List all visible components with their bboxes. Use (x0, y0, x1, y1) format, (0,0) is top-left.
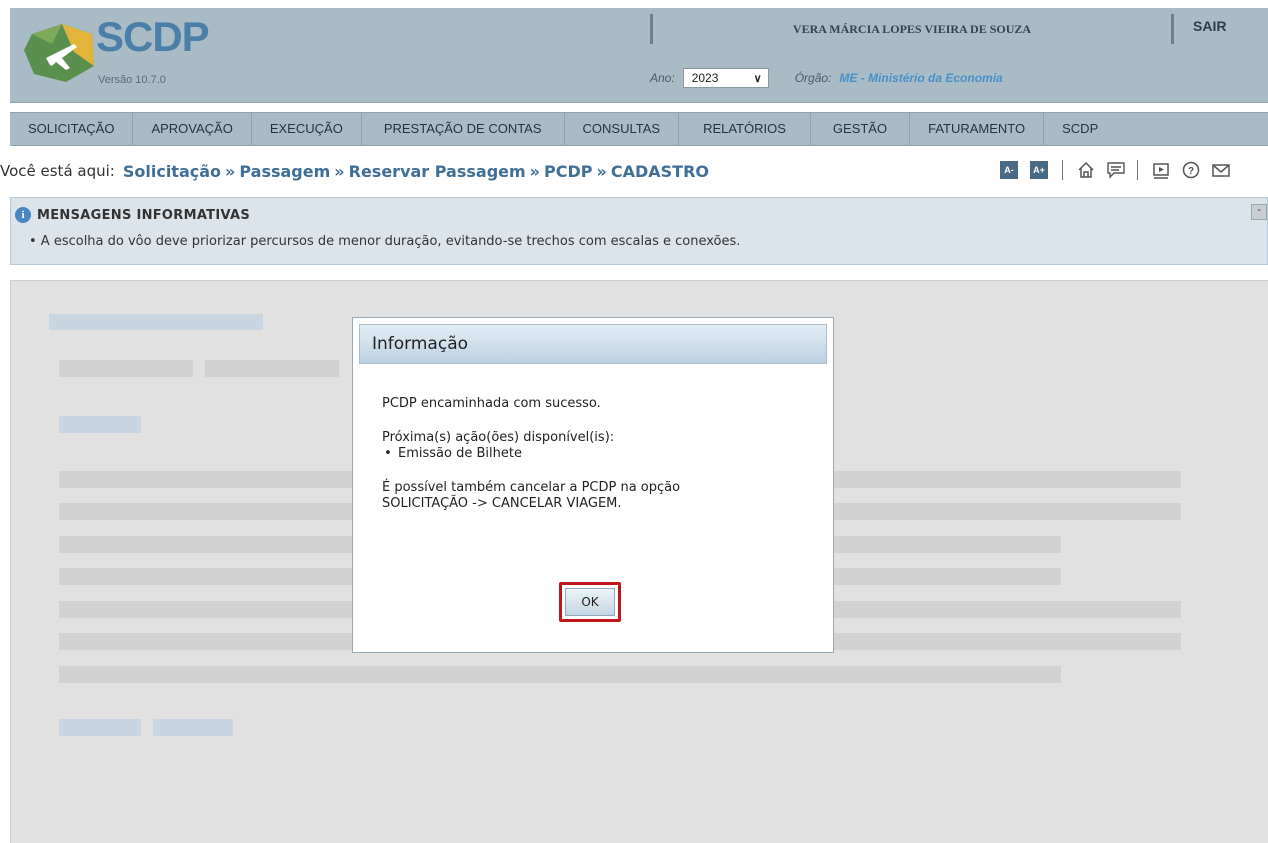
nav-item-prestacao-de-contas[interactable]: PRESTAÇÃO DE CONTAS (362, 113, 565, 145)
nav-item-faturamento[interactable]: FATURAMENTO (910, 113, 1045, 145)
breadcrumb: Você está aqui: Solicitação » Passagem »… (0, 154, 900, 188)
info-dialog: Informação PCDP encaminhada com sucesso.… (352, 317, 834, 653)
year-label: Ano: (650, 71, 675, 85)
bullet: • (384, 446, 392, 461)
dialog-next-actions-label: Próxima(s) ação(ões) disponível(is): (382, 430, 615, 445)
year-value: 2023 (691, 71, 719, 85)
nav-item-consultas[interactable]: CONSULTAS (565, 113, 680, 145)
next-action-item: Emissão de Bilhete (398, 446, 522, 461)
context-selector-row: Ano: 2023 ∨ Órgão: ME - Ministério da Ec… (650, 66, 1003, 90)
ok-button[interactable]: OK (565, 588, 615, 616)
dialog-body: PCDP encaminhada com sucesso. Próxima(s)… (382, 396, 680, 512)
toolbar-divider (1137, 160, 1138, 180)
breadcrumb-lead: Você está aqui: (0, 162, 115, 180)
breadcrumb-separator: » (334, 161, 345, 181)
ok-button-highlight: OK (559, 582, 621, 622)
app-header: SCDP Versão 10.7.0 VERA MÁRCIA LOPES VIE… (10, 8, 1268, 103)
year-select[interactable]: 2023 ∨ (682, 68, 769, 88)
breadcrumb-separator: » (596, 161, 607, 181)
mail-icon[interactable] (1210, 159, 1232, 181)
main-nav: SOLICITAÇÃO APROVAÇÃO EXECUÇÃO PRESTAÇÃO… (10, 112, 1268, 146)
placeholder-bar (153, 719, 233, 736)
chat-icon[interactable] (1105, 159, 1127, 181)
breadcrumb-separator: » (225, 161, 236, 181)
breadcrumb-item-solicitacao[interactable]: Solicitação (123, 162, 221, 181)
nav-item-gestao[interactable]: GESTÃO (811, 113, 911, 145)
collapse-button[interactable]: - (1251, 204, 1267, 220)
video-icon[interactable] (1150, 159, 1172, 181)
exit-link[interactable]: SAIR (1193, 18, 1226, 34)
breadcrumb-item-cadastro: CADASTRO (610, 161, 709, 181)
breadcrumb-item-pcdp[interactable]: PCDP (544, 162, 592, 181)
font-decrease-button[interactable]: A- (1000, 161, 1018, 179)
dialog-success-message: PCDP encaminhada com sucesso. (382, 396, 601, 411)
breadcrumb-separator: » (529, 161, 541, 181)
dialog-title: Informação (359, 324, 827, 364)
app-logo-title: SCDP (96, 13, 210, 60)
dialog-cancel-path: SOLICITAÇÃO -> CANCELAR VIAGEM. (382, 496, 622, 511)
help-icon[interactable]: ? (1180, 159, 1202, 181)
list-item: • Emissão de Bilhete (382, 446, 680, 462)
home-icon[interactable] (1075, 159, 1097, 181)
airplane-logo-icon (24, 24, 94, 82)
placeholder-bar (59, 666, 1061, 683)
toolbar-divider (1062, 160, 1063, 180)
breadcrumb-item-reservar-passagem[interactable]: Reservar Passagem (349, 162, 526, 181)
org-value[interactable]: ME - Ministério da Economia (839, 71, 1002, 85)
info-messages-header: i MENSAGENS INFORMATIVAS (15, 207, 250, 223)
app-version: Versão 10.7.0 (98, 74, 166, 86)
breadcrumb-item-passagem[interactable]: Passagem (239, 162, 330, 181)
nav-item-aprovacao[interactable]: APROVAÇÃO (133, 113, 252, 145)
nav-item-execucao[interactable]: EXECUÇÃO (252, 113, 362, 145)
info-message-text: • A escolha do vôo deve priorizar percur… (29, 234, 741, 249)
placeholder-bar (205, 360, 339, 377)
accessibility-toolbar: A- A+ ? (1000, 157, 1232, 183)
org-label: Órgão: (794, 71, 832, 85)
placeholder-bar (59, 719, 141, 736)
nav-item-relatorios[interactable]: RELATÓRIOS (679, 113, 811, 145)
font-increase-button[interactable]: A+ (1030, 161, 1048, 179)
nav-item-scdp[interactable]: SCDP (1044, 113, 1116, 145)
svg-text:?: ? (1188, 166, 1194, 177)
user-name: VERA MÁRCIA LOPES VIEIRA DE SOUZA (650, 14, 1174, 44)
dialog-cancel-hint: É possível também cancelar a PCDP na opç… (382, 480, 681, 495)
info-messages-title: MENSAGENS INFORMATIVAS (37, 207, 250, 223)
placeholder-bar (59, 416, 141, 433)
chevron-down-icon: ∨ (753, 72, 762, 85)
info-messages-panel: i MENSAGENS INFORMATIVAS • A escolha do … (10, 197, 1268, 265)
nav-item-solicitacao[interactable]: SOLICITAÇÃO (10, 113, 134, 145)
info-icon: i (15, 207, 31, 223)
placeholder-bar (59, 360, 193, 377)
placeholder-bar (49, 314, 263, 330)
